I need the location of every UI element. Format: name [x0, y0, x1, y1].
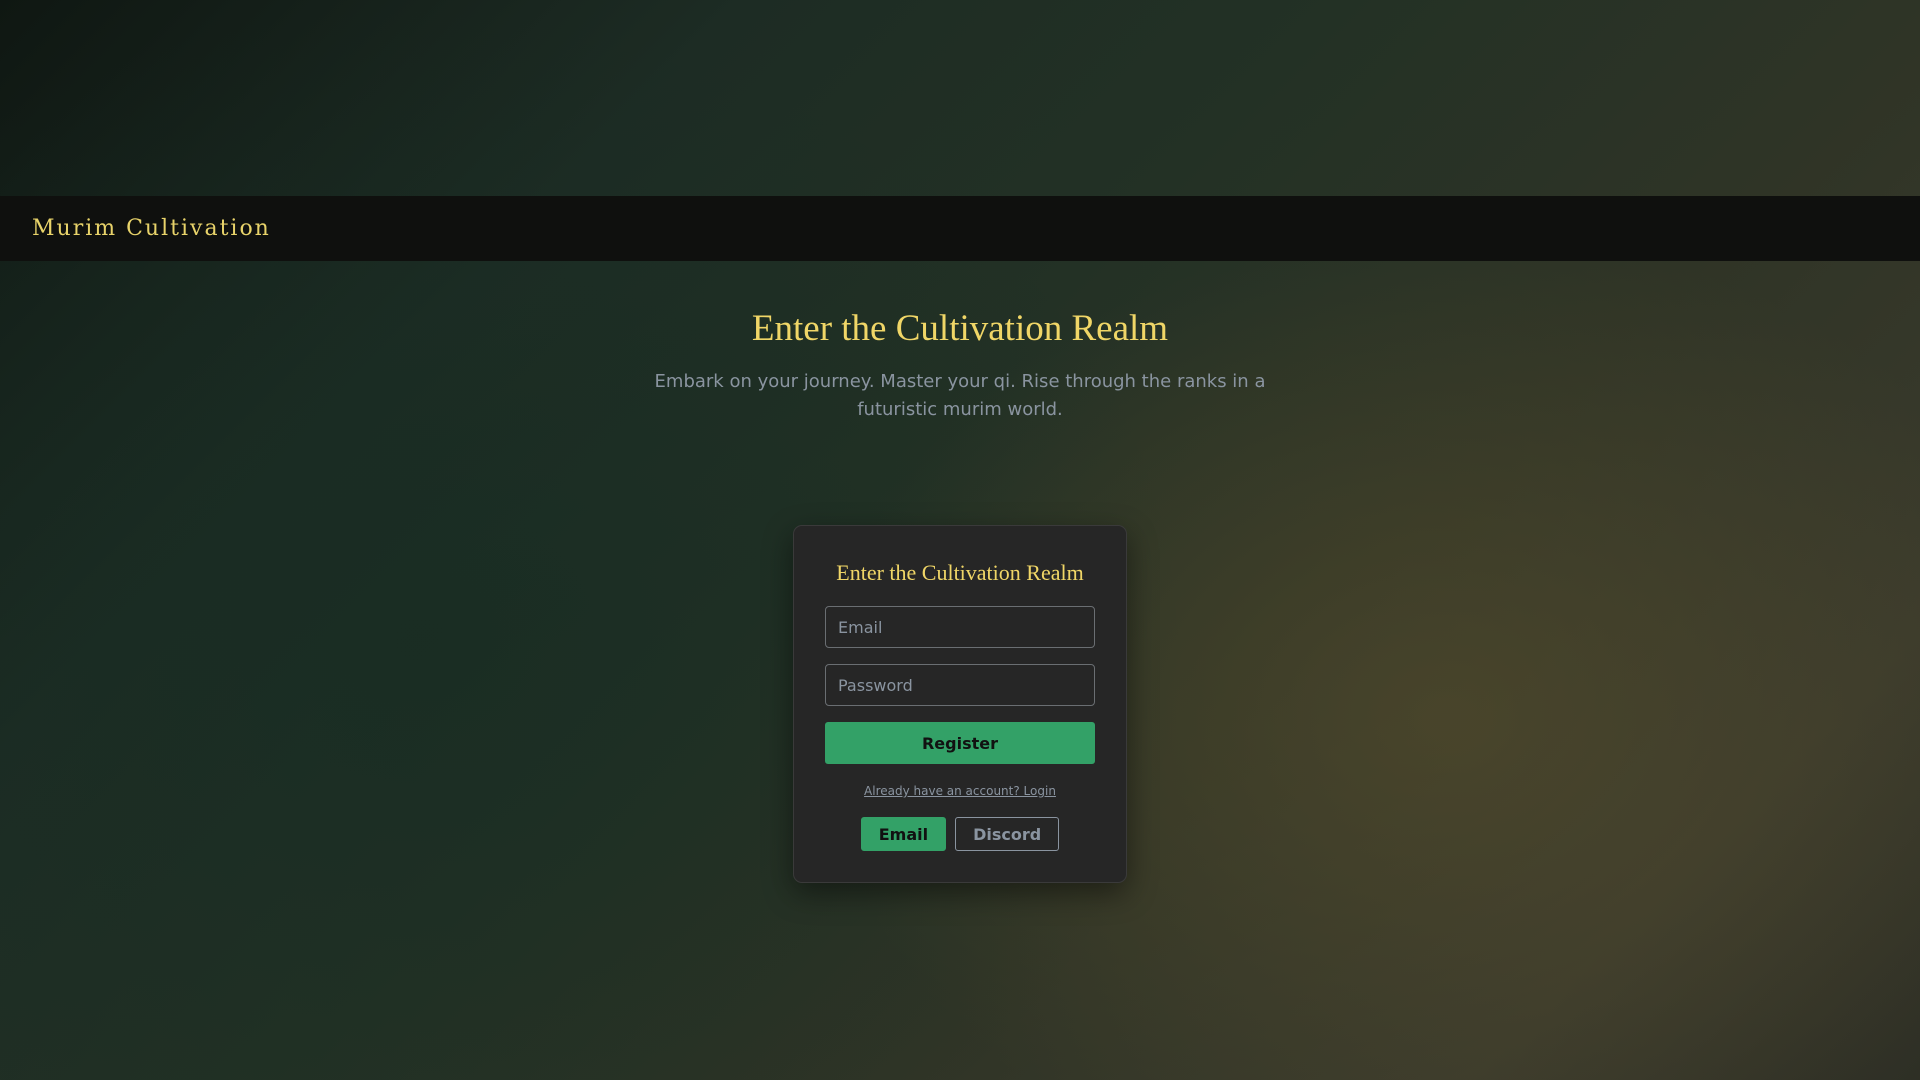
- hero-section: Enter the Cultivation Realm Embark on yo…: [0, 300, 1920, 424]
- tab-email[interactable]: Email: [860, 817, 947, 851]
- brand-logo-text[interactable]: Murim Cultivation: [32, 216, 271, 241]
- top-navbar: Murim Cultivation: [0, 196, 1920, 261]
- hero-subtitle: Embark on your journey. Master your qi. …: [654, 371, 1266, 420]
- password-input[interactable]: [825, 664, 1095, 706]
- auth-method-tabs: Email Discord: [794, 817, 1126, 851]
- register-button[interactable]: Register: [825, 722, 1095, 764]
- login-link[interactable]: Already have an account? Login: [794, 784, 1126, 798]
- auth-card: Enter the Cultivation Realm Register Alr…: [793, 525, 1127, 883]
- auth-card-title: Enter the Cultivation Realm: [836, 560, 1084, 585]
- email-input[interactable]: [825, 606, 1095, 648]
- tab-discord[interactable]: Discord: [955, 817, 1060, 851]
- hero-title: Enter the Cultivation Realm: [751, 308, 1169, 349]
